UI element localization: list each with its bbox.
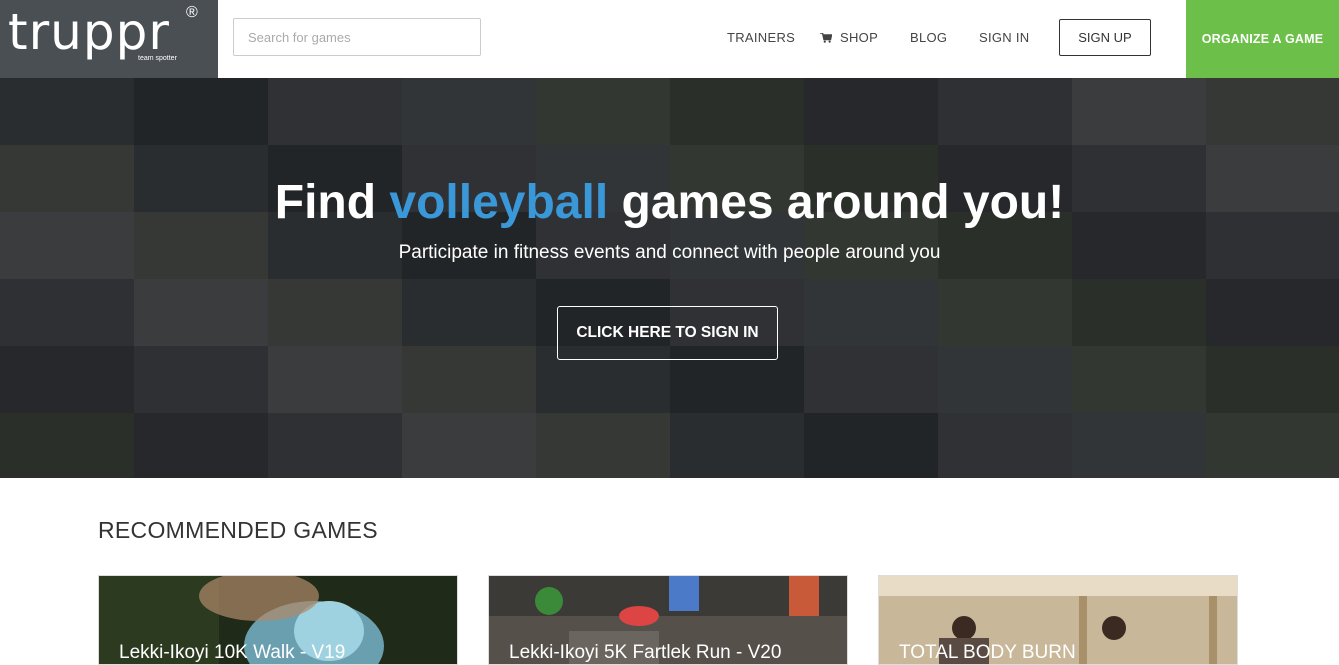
hero-title-sport: volleyball xyxy=(389,176,609,229)
site-header: truppr ® team spotter TRAINERS SHOP BLOG… xyxy=(0,0,1339,78)
nav-sign-in[interactable]: SIGN IN xyxy=(979,30,1030,45)
organize-game-button[interactable]: ORGANIZE A GAME xyxy=(1186,0,1339,78)
nav-shop[interactable]: SHOP xyxy=(820,30,878,45)
nav-blog[interactable]: BLOG xyxy=(910,30,947,45)
hero-title: Find volleyball games around you! xyxy=(0,175,1339,230)
nav-shop-label: SHOP xyxy=(840,30,879,45)
search-input[interactable] xyxy=(233,18,481,56)
recommended-games-heading: RECOMMENDED GAMES xyxy=(98,517,378,543)
game-card[interactable]: Lekki-Ikoyi 10K Walk - V19 xyxy=(98,575,458,665)
game-card[interactable]: Lekki-Ikoyi 5K Fartlek Run - V20 xyxy=(488,575,848,665)
hero-subtitle: Participate in fitness events and connec… xyxy=(398,242,941,263)
logo-registered-mark: ® xyxy=(186,4,198,21)
logo-wordmark: truppr xyxy=(8,3,170,61)
hero-title-prefix: Find xyxy=(274,176,377,229)
game-card-title: Lekki-Ikoyi 5K Fartlek Run - V20 xyxy=(509,642,782,663)
hero-banner: Find volleyball games around you! Partic… xyxy=(0,78,1339,478)
game-card[interactable]: TOTAL BODY BURN xyxy=(878,575,1238,665)
hero-overlay xyxy=(0,78,1339,478)
sign-up-button[interactable]: SIGN UP xyxy=(1059,19,1151,56)
sign-in-cta-button[interactable]: CLICK HERE TO SIGN IN xyxy=(557,306,778,360)
logo-tagline: team spotter xyxy=(138,55,177,62)
nav-trainers[interactable]: TRAINERS xyxy=(727,30,795,45)
logo[interactable]: truppr ® team spotter xyxy=(0,0,218,78)
game-card-title: Lekki-Ikoyi 10K Walk - V19 xyxy=(119,642,346,663)
game-card-title: TOTAL BODY BURN xyxy=(899,642,1076,663)
cart-icon xyxy=(820,33,832,43)
hero-title-suffix: games around you! xyxy=(621,176,1065,229)
